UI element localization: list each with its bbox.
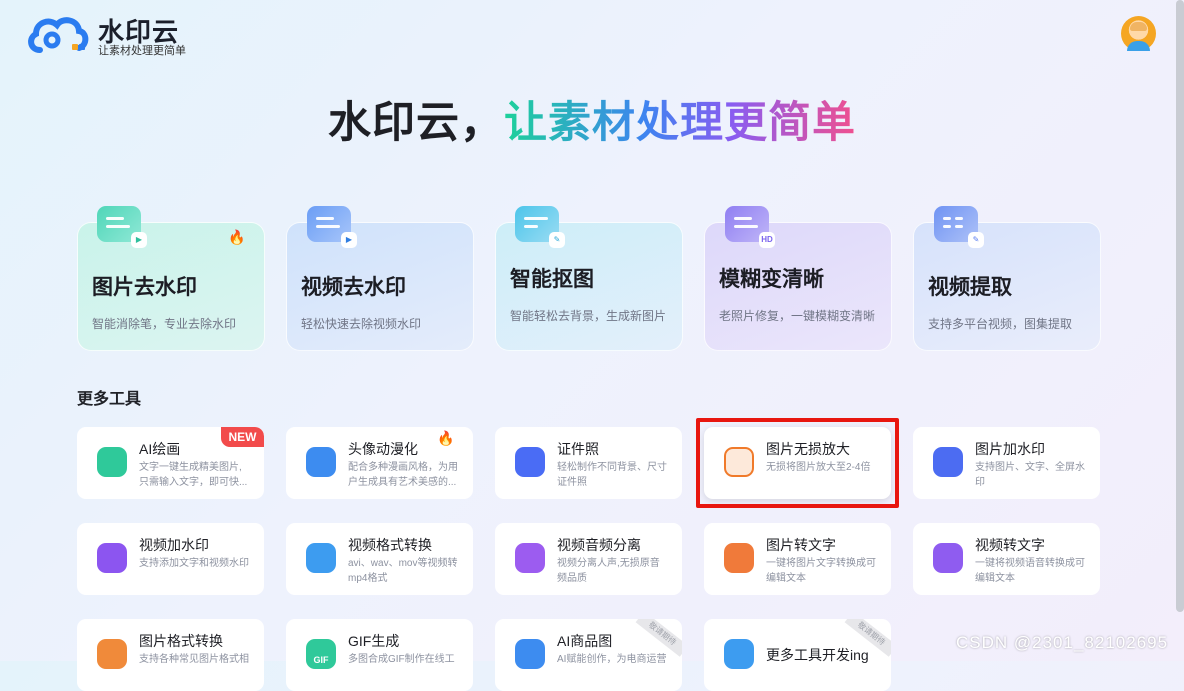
tool-desc: 支持各种常见图片格式相 xyxy=(139,654,249,665)
tool-desc: AI赋能创作，为电商运营 xyxy=(557,654,667,665)
tool-name: GIF生成 xyxy=(348,633,400,649)
hero-title: 水印云，让素材处理更简单 xyxy=(0,88,1184,150)
tool-desc: 支持图片、文字、全屏水印 xyxy=(975,462,1085,488)
hero-title-highlight: 让素材处理更简单 xyxy=(504,99,856,147)
ai-painting-icon xyxy=(97,447,127,477)
tool-name: 更多工具开发ing xyxy=(766,647,869,663)
tool-card-image-to-text[interactable]: 图片转文字 一键将图片文字转换成可编辑文本 xyxy=(704,523,891,595)
more-tools-heading: 更多工具 xyxy=(77,391,142,408)
id-photo-icon xyxy=(515,447,545,477)
feature-title: 视频去水印 xyxy=(301,276,406,299)
tool-name: AI商品图 xyxy=(557,633,613,649)
page-scrollbar[interactable] xyxy=(1176,0,1184,612)
gif-icon: GIF xyxy=(306,639,336,669)
tool-name: AI绘画 xyxy=(139,441,181,457)
video-extract-icon: ✎ xyxy=(934,206,984,248)
hd-enhance-icon: HD xyxy=(725,206,775,248)
video-watermark-icon: ▶ xyxy=(307,206,357,248)
tool-card-ai-painting[interactable]: AI绘画 文字一键生成精美图片,只需输入文字，即可快... NEW xyxy=(77,427,264,499)
image-format-icon xyxy=(97,639,127,669)
tool-card-video-add-watermark[interactable]: 视频加水印 支持添加文字和视频水印 xyxy=(77,523,264,595)
video-format-icon xyxy=(306,543,336,573)
tool-name: 视频音频分离 xyxy=(557,537,641,553)
ai-product-icon xyxy=(515,639,545,669)
tool-name: 图片格式转换 xyxy=(139,633,223,649)
tool-card-video-audio-split[interactable]: 视频音频分离 视频分离人声,无损原音频品质 xyxy=(495,523,682,595)
tool-card-id-photo[interactable]: 证件照 轻松制作不同背景、尺寸证件照 xyxy=(495,427,682,499)
brand-slogan: 让素材处理更简单 xyxy=(98,45,186,57)
tool-card-avatar-anime[interactable]: 头像动漫化 配合多种漫画风格，为用户生成具有艺术美感的... 🔥 xyxy=(286,427,473,499)
tool-name: 证件照 xyxy=(557,441,599,457)
smart-cutout-icon: ✎ xyxy=(515,206,565,248)
avatar-anime-icon xyxy=(306,447,336,477)
csdn-watermark: CSDN @2301_82102695 xyxy=(956,633,1169,652)
tool-card-video-to-text[interactable]: 视频转文字 一键将视频语音转换成可编辑文本 xyxy=(913,523,1100,595)
tool-desc: avi、wav、mov等视频转mp4格式 xyxy=(348,558,458,584)
hot-flame-icon: 🔥 xyxy=(228,229,246,245)
feature-title: 模糊变清晰 xyxy=(719,268,824,291)
tool-desc: 一键将图片文字转换成可编辑文本 xyxy=(766,558,876,584)
tool-desc: 一键将视频语音转换成可编辑文本 xyxy=(975,558,1085,584)
audio-split-icon xyxy=(515,543,545,573)
tool-desc: 支持添加文字和视频水印 xyxy=(139,558,249,569)
tool-card-more-tools[interactable]: 更多工具开发ing 敬请期待 xyxy=(704,619,891,691)
image-to-text-icon xyxy=(724,543,754,573)
tool-desc: 多图合成GIF制作在线工 xyxy=(348,654,455,665)
tool-desc: 文字一键生成精美图片,只需输入文字，即可快... xyxy=(139,462,248,488)
tool-name: 图片转文字 xyxy=(766,537,836,553)
tool-desc: 视频分离人声,无损原音频品质 xyxy=(557,558,660,584)
hero-title-main: 水印云， xyxy=(328,99,504,147)
feature-desc: 支持多平台视频，图集提取 xyxy=(928,317,1073,331)
image-watermark-icon: ▶ xyxy=(97,206,147,248)
video-add-watermark-icon xyxy=(97,543,127,573)
tool-desc: 配合多种漫画风格，为用户生成具有艺术美感的... xyxy=(348,462,458,488)
highlight-box xyxy=(696,418,899,508)
tool-card-image-add-watermark[interactable]: 图片加水印 支持图片、文字、全屏水印 xyxy=(913,427,1100,499)
toolbox-icon xyxy=(724,639,754,669)
tool-name: 头像动漫化 xyxy=(348,441,418,457)
feature-desc: 智能消除笔，专业去除水印 xyxy=(92,317,237,331)
hot-flame-icon: 🔥 xyxy=(437,430,455,446)
tool-card-image-format-convert[interactable]: 图片格式转换 支持各种常见图片格式相 xyxy=(77,619,264,691)
video-to-text-icon xyxy=(933,543,963,573)
feature-title: 图片去水印 xyxy=(92,276,197,299)
tool-name: 视频加水印 xyxy=(139,537,209,553)
feature-title: 视频提取 xyxy=(928,276,1012,299)
feature-desc: 老照片修复，一键模糊变清晰 xyxy=(719,309,876,323)
tool-card-video-format-convert[interactable]: 视频格式转换 avi、wav、mov等视频转mp4格式 xyxy=(286,523,473,595)
image-add-watermark-icon xyxy=(933,447,963,477)
tool-name: 图片加水印 xyxy=(975,441,1045,457)
feature-title: 智能抠图 xyxy=(510,268,594,291)
tool-desc: 轻松制作不同背景、尺寸证件照 xyxy=(557,462,667,488)
tool-name: 视频格式转换 xyxy=(348,537,432,553)
user-avatar[interactable] xyxy=(1121,16,1156,51)
feature-desc: 轻松快速去除视频水印 xyxy=(301,317,422,331)
logo-cloud-icon xyxy=(26,12,90,56)
tool-name: 视频转文字 xyxy=(975,537,1045,553)
tool-card-ai-product-image[interactable]: AI商品图 AI赋能创作，为电商运营 敬请期待 xyxy=(495,619,682,691)
new-badge: NEW xyxy=(221,427,264,447)
hd-label: HD xyxy=(759,232,775,248)
tool-card-gif-maker[interactable]: GIF GIF生成 多图合成GIF制作在线工 xyxy=(286,619,473,691)
feature-desc: 智能轻松去背景，生成新图片 xyxy=(510,309,667,323)
